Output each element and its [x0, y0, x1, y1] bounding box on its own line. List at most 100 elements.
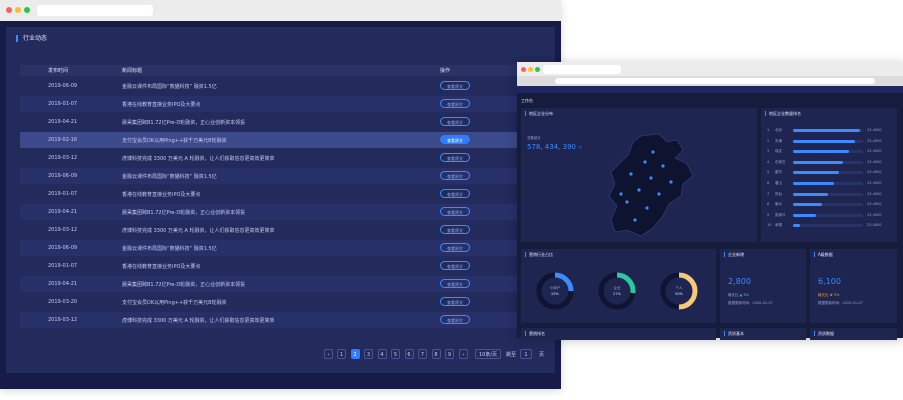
column-header-date: 发布时间 [48, 68, 69, 74]
close-dot-icon[interactable] [521, 67, 526, 72]
stat-card-a: A级数据 6,100 增长比 ♛ 5% 数据更新时间：2020-01-07 [810, 249, 897, 323]
row-title: 虎博科技完成 3300 万美元 A 轮融资，让人们获取信息更高效更简单 [122, 318, 275, 324]
rank-city: 衡水 [775, 202, 782, 207]
minimize-dot-icon[interactable] [15, 7, 21, 13]
view-original-button[interactable]: 查看原文 [440, 171, 470, 180]
rank-number: 10 [767, 223, 772, 228]
view-original-button[interactable]: 查看原文 [440, 81, 470, 90]
row-date: 2019-06-09 [48, 83, 78, 89]
table-row[interactable]: 2019-01-07 香港在线教育直接业务IPO及大要点 查看原文 [20, 96, 546, 112]
table-row[interactable]: 2019-04-21 晨昊集团跨B1.72亿Pre-D轮融资，正心业创新资本领投 查… [20, 114, 546, 130]
row-title: 晨昊集团跨B1.72亿Pre-D轮融资，正心业创新资本领投 [122, 282, 246, 288]
table-row[interactable]: 2019-03-12 虎博科技完成 3300 万美元 A 轮融资，让人们获取信息更… [20, 150, 546, 166]
table-row[interactable]: 2019-06-09 金融云课件布局国际“熊猫科技” 融资1.5亿 查看原文 [20, 78, 546, 94]
row-date: 2019-04-21 [48, 119, 78, 125]
address-input[interactable] [555, 78, 875, 84]
rank-value: 23,4000 [867, 128, 882, 132]
maximize-dot-icon[interactable] [24, 7, 30, 13]
page-number-button[interactable]: 9 [445, 349, 454, 359]
table-row[interactable]: 2019-01-07 香港在线教育直接业务IPO及大要点 查看原文 [20, 186, 546, 202]
table-row[interactable]: 2019-06-09 金融云课件布局国际“熊猫科技” 融资1.5亿 查看原文 [20, 240, 546, 256]
rank-bar-fill [793, 192, 828, 196]
stat-date: 数据更新时间：2020-01-07 [728, 301, 773, 305]
row-date: 2019-01-07 [48, 263, 78, 269]
rank-bar-track [793, 139, 863, 143]
table-row[interactable]: 2019-03-12 虎博科技完成 3300 万美元 A 轮融资，让人们获取信息更… [20, 312, 546, 328]
table-row[interactable]: 2019-03-12 虎博科技完成 3300 万美元 A 轮融资，让人们获取信息更… [20, 222, 546, 238]
dashboard-header: 工作台 [521, 98, 533, 103]
tab-strip[interactable] [543, 65, 621, 74]
rank-bar-track [793, 160, 863, 164]
rank-value: 23,4000 [867, 181, 882, 185]
rank-bar-track [793, 129, 863, 132]
page-number-button[interactable]: 6 [404, 349, 414, 359]
rank-bar-track [793, 213, 863, 217]
page-number-button[interactable]: 4 [377, 349, 387, 359]
page-number-button[interactable]: 1 [337, 349, 346, 359]
address-bar[interactable] [37, 5, 153, 16]
row-title: 金融云课件布局国际“熊猫科技” 融资1.5亿 [122, 246, 217, 252]
minimize-dot-icon[interactable] [528, 67, 533, 72]
table-row[interactable]: 2019-06-09 金融云课件布局国际“熊猫科技” 融资1.5亿 查看原文 [20, 168, 546, 184]
rank-bar-fill [793, 150, 849, 154]
row-date: 2019-02-16 [48, 137, 78, 143]
rank-bar-track [793, 224, 863, 228]
view-original-button[interactable]: 查看原文 [440, 117, 470, 126]
view-original-button[interactable]: 查看原文 [440, 153, 470, 162]
page-number-button[interactable]: 3 [364, 349, 373, 359]
table-window: 行业动态 发布时间 新闻标题 操作 2019-06-09 金融云课件布局国际“熊猫… [0, 0, 561, 389]
rank-bar-fill [793, 160, 844, 164]
prev-page-button[interactable]: ‹ [324, 349, 333, 359]
rank-bar-track [793, 203, 863, 207]
rank-city: 唐山 [775, 181, 782, 185]
page-size-select[interactable]: 10条/页 [475, 349, 501, 359]
row-date: 2019-01-07 [48, 191, 78, 197]
maximize-dot-icon[interactable] [535, 67, 540, 72]
view-original-button[interactable]: 查看原文 [440, 135, 470, 144]
row-title: 虎博科技完成 3300 万美元 A 轮融资，让人们获取信息更高效更简单 [122, 156, 275, 162]
page-number-button[interactable]: 7 [418, 349, 427, 359]
row-date: 2019-03-12 [48, 317, 78, 323]
view-original-button[interactable]: 查看原文 [440, 207, 470, 216]
page-number-button[interactable]: 2 [350, 349, 360, 359]
map-total-label: 总数统计 [527, 136, 541, 140]
donut-label: 个人 [675, 286, 683, 290]
close-dot-icon[interactable] [6, 7, 12, 13]
view-original-button[interactable]: 查看原文 [440, 225, 470, 234]
news-panel: 行业动态 发布时间 新闻标题 操作 2019-06-09 金融云课件布局国际“熊猫… [6, 27, 555, 373]
view-original-button[interactable]: 查看原文 [440, 243, 470, 252]
page-number-button[interactable]: 8 [431, 349, 441, 359]
table-row[interactable]: 2019-02-16 支付宝会员DK以用Ping++获千万美元B轮融资 查看原文 [20, 132, 546, 148]
view-original-button[interactable]: 查看原文 [440, 189, 470, 198]
goto-input[interactable]: 1 [520, 349, 532, 359]
rank-value: 23,4000 [867, 170, 882, 175]
rank-number: 8 [767, 202, 770, 207]
row-date: 2019-03-12 [48, 155, 78, 161]
next-page-button[interactable]: › [459, 349, 468, 359]
rank-bar-track [793, 182, 863, 185]
goto-label: 跳至 [506, 352, 517, 358]
view-original-button[interactable]: 查看原文 [440, 297, 470, 306]
row-title: 支付宝会员DK以用Ping++获千万美元B轮融资 [122, 138, 227, 144]
table-row[interactable]: 2019-04-21 晨昊集团跨B1.72亿Pre-D轮融资，正心业创新资本领投 查… [20, 204, 546, 220]
stat-growth: 增长比 ▲ 5% [728, 293, 750, 297]
row-title: 金融云课件布局国际“熊猫科技” 融资1.5亿 [122, 84, 217, 90]
stat-value: 6,100 [818, 277, 841, 286]
region-map [608, 133, 694, 237]
donut-card: 营销行业占比 小商户 25% 企业 27% 个人 50% [521, 249, 716, 323]
rank-city: 邢台 [775, 191, 782, 196]
view-original-button[interactable]: 查看原文 [440, 315, 470, 324]
browser-chrome [0, 0, 561, 22]
rank-bar-fill [793, 213, 817, 217]
donut-value: 25% [551, 292, 559, 296]
view-original-button[interactable]: 查看原文 [440, 261, 470, 270]
bottom-card-title: 资质基本 [724, 331, 744, 336]
table-row[interactable]: 2019-03-20 支付宝会员DK以用Ping++获千万美元B轮融资 查看原文 [20, 294, 546, 310]
page-number-button[interactable]: 5 [391, 349, 400, 359]
view-original-button[interactable]: 查看原文 [440, 99, 470, 108]
view-original-button[interactable]: 查看原文 [440, 279, 470, 288]
table-row[interactable]: 2019-04-21 晨昊集团跨B1.72亿Pre-D轮融资，正心业创新资本领投 查… [20, 276, 546, 292]
table-row[interactable]: 2019-01-07 香港在线教育直接业务IPO及大要点 查看原文 [20, 258, 546, 274]
row-date: 2019-04-21 [48, 281, 78, 287]
bottom-card-title: 资质数据 [814, 331, 834, 336]
